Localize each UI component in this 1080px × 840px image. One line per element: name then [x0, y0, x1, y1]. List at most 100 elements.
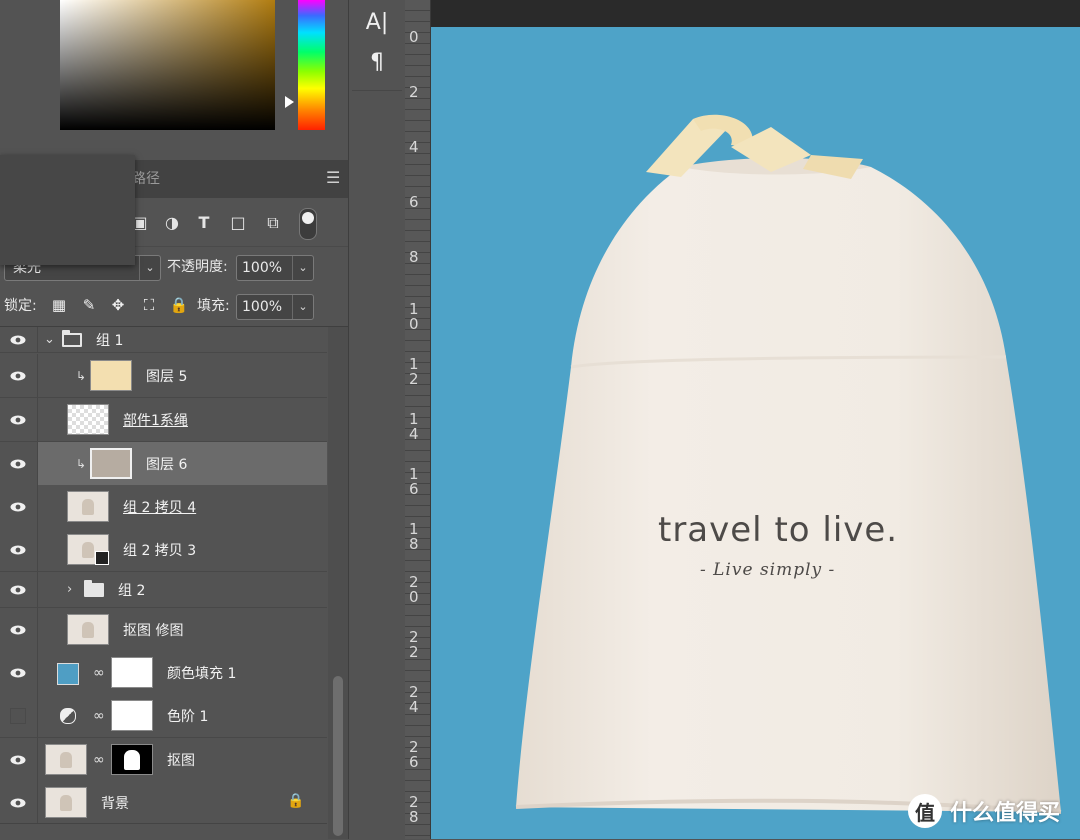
- opacity-label: 不透明度:: [167, 259, 228, 275]
- watermark: 值 什么值得买: [908, 793, 1060, 829]
- ruler-tick-label: 2 2: [409, 628, 419, 661]
- visibility-cell[interactable]: [0, 528, 38, 571]
- layer-row[interactable]: 组 2 拷贝 4: [0, 485, 327, 529]
- layers-bottom-toolbar: [0, 823, 327, 840]
- document-canvas[interactable]: [431, 27, 1080, 839]
- visibility-cell[interactable]: [0, 651, 38, 694]
- layer-row-selected[interactable]: ↳ 图层 6: [0, 442, 327, 486]
- fill-input[interactable]: 100% ⌄: [236, 294, 314, 320]
- canvas-top-border: [431, 0, 1080, 27]
- type-filter-icon[interactable]: T: [193, 212, 215, 234]
- layer-thumbnail[interactable]: [90, 447, 132, 479]
- chevron-right-icon[interactable]: ›: [67, 582, 72, 598]
- visibility-off-box[interactable]: [10, 707, 26, 724]
- visibility-cell[interactable]: [0, 781, 38, 824]
- lock-position-move-icon[interactable]: ✥: [107, 293, 129, 317]
- layer-row[interactable]: 抠图 修图: [0, 608, 327, 652]
- visibility-cell[interactable]: [0, 738, 38, 781]
- smart-object-filter-icon[interactable]: ⧉: [262, 212, 284, 234]
- layer-mask-thumbnail[interactable]: [111, 656, 153, 688]
- fill-value: 100%: [242, 299, 283, 315]
- eye-icon[interactable]: [10, 371, 26, 381]
- type-tool-icon[interactable]: A|: [352, 10, 402, 35]
- link-chain-icon[interactable]: ∞: [93, 751, 105, 769]
- eye-icon[interactable]: [10, 625, 26, 635]
- layer-row[interactable]: 部件1系绳: [0, 398, 327, 442]
- color-picker-field[interactable]: [60, 0, 275, 130]
- layer-name: 颜色填充 1: [167, 665, 237, 682]
- layer-row[interactable]: ∞ 抠图: [0, 738, 327, 782]
- lock-artboard-icon[interactable]: ⛶: [138, 293, 160, 317]
- lock-paint-brush-icon[interactable]: ✎: [78, 293, 100, 317]
- fill-color-swatch[interactable]: [57, 663, 79, 685]
- layer-row[interactable]: ∞ 颜色填充 1: [0, 651, 327, 695]
- layer-thumbnail[interactable]: [67, 613, 109, 645]
- eye-icon[interactable]: [10, 755, 26, 765]
- visibility-cell[interactable]: [0, 608, 38, 651]
- chevron-down-icon: ⌄: [139, 256, 160, 280]
- eye-icon[interactable]: [10, 459, 26, 469]
- layer-mask-thumbnail[interactable]: [111, 743, 153, 775]
- panel-menu-icon[interactable]: ☰: [326, 170, 340, 186]
- layer-row[interactable]: ∞ 色阶 1: [0, 694, 327, 738]
- layer-row[interactable]: 组 2 拷贝 3: [0, 528, 327, 572]
- chevron-down-icon[interactable]: ⌄: [44, 332, 55, 348]
- hue-slider-pointer[interactable]: [285, 96, 294, 108]
- folder-open-icon: [62, 329, 82, 347]
- lock-label: 锁定:: [4, 298, 37, 314]
- folder-icon: [84, 579, 104, 597]
- link-chain-icon[interactable]: ∞: [93, 664, 105, 682]
- eye-icon[interactable]: [10, 545, 26, 555]
- eye-icon[interactable]: [10, 798, 26, 808]
- link-chain-icon[interactable]: ∞: [93, 707, 105, 725]
- layer-row[interactable]: ⌄ 组 1: [0, 327, 327, 353]
- layers-scrollbar-thumb[interactable]: [333, 676, 343, 836]
- tool-column: [348, 0, 406, 839]
- visibility-cell[interactable]: [0, 694, 38, 737]
- layer-name: 图层 6: [146, 456, 188, 473]
- eye-icon[interactable]: [10, 415, 26, 425]
- ruler-tick-label: 1 0: [409, 300, 419, 333]
- filter-toggle[interactable]: [299, 208, 317, 240]
- layer-mask-thumbnail[interactable]: [111, 699, 153, 731]
- eye-icon[interactable]: [10, 335, 26, 345]
- opacity-input[interactable]: 100% ⌄: [236, 255, 314, 281]
- tab-paths[interactable]: 路径: [132, 160, 172, 198]
- lock-transparency-icon[interactable]: ▦: [48, 293, 70, 317]
- ruler-tick-label: 1 2: [409, 355, 419, 388]
- layer-name: 抠图: [167, 752, 195, 769]
- hue-slider[interactable]: [298, 0, 325, 130]
- layer-row[interactable]: ↳ 图层 5: [0, 354, 327, 398]
- smart-object-badge-icon: [95, 550, 109, 565]
- layer-thumbnail[interactable]: [45, 786, 87, 818]
- lock-icon: 🔒: [287, 793, 305, 809]
- chevron-down-icon: ⌄: [292, 256, 313, 280]
- ruler-tick-label: 8: [409, 248, 419, 266]
- visibility-cell[interactable]: [0, 327, 38, 352]
- layer-name: 组 2 拷贝 4: [123, 499, 197, 516]
- eye-icon[interactable]: [10, 585, 26, 595]
- layer-thumbnail[interactable]: [67, 403, 109, 435]
- layer-row[interactable]: 背景 🔒: [0, 781, 327, 825]
- shape-filter-icon[interactable]: □: [227, 212, 249, 234]
- layer-row[interactable]: › 组 2: [0, 572, 327, 608]
- visibility-cell[interactable]: [0, 442, 38, 485]
- layer-name: 组 1: [96, 332, 124, 349]
- visibility-cell[interactable]: [0, 485, 38, 528]
- layer-thumbnail[interactable]: [67, 490, 109, 522]
- lock-all-icon[interactable]: 🔒: [168, 293, 190, 317]
- eye-icon[interactable]: [10, 502, 26, 512]
- watermark-logo-icon: 值: [908, 794, 942, 828]
- visibility-cell[interactable]: [0, 354, 38, 397]
- eye-icon[interactable]: [10, 668, 26, 678]
- layer-thumbnail[interactable]: [67, 533, 109, 565]
- layer-thumbnail[interactable]: [45, 743, 87, 775]
- visibility-cell[interactable]: [0, 398, 38, 441]
- ruler-tick-label: 2: [409, 83, 419, 101]
- adjustment-filter-icon[interactable]: ◑: [161, 212, 183, 234]
- visibility-cell[interactable]: [0, 572, 38, 607]
- paragraph-tool-icon[interactable]: ¶: [352, 50, 402, 75]
- ruler-tick-label: 2 8: [409, 793, 419, 826]
- layer-thumbnail[interactable]: [90, 359, 132, 391]
- levels-adjustment-icon: [60, 708, 76, 724]
